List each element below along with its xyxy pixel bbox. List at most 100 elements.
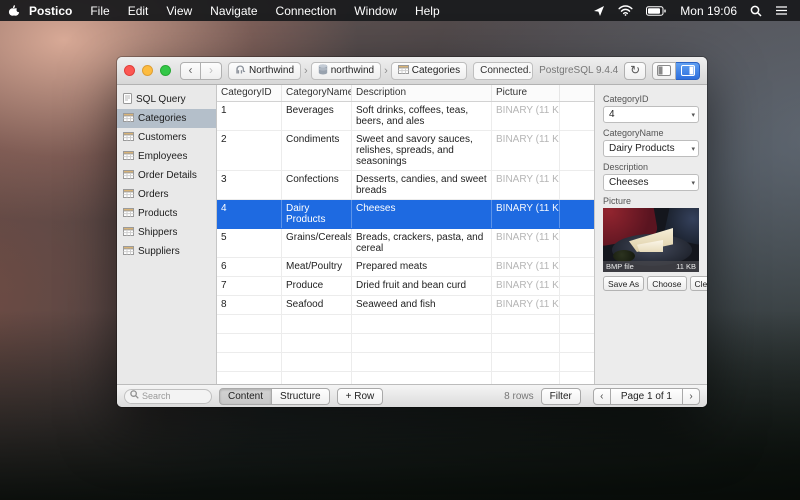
clear-button[interactable]: Clear [690, 276, 708, 291]
notification-center-icon[interactable] [775, 5, 788, 16]
menu-item-edit[interactable]: Edit [119, 4, 158, 18]
menu-item-help[interactable]: Help [406, 4, 449, 18]
row-detail-panel: CategoryID 4 ▾ CategoryName Dairy Produc… [594, 85, 707, 384]
picture-thumbnail[interactable]: BMP file 11 KB [603, 208, 699, 272]
database-icon [318, 64, 328, 78]
previous-page-button[interactable]: ‹ [593, 388, 611, 405]
field-label-description: Description [603, 162, 699, 172]
cell-filler [560, 200, 594, 228]
categoryname-combobox[interactable]: Dairy Products ▾ [603, 140, 699, 157]
cell-categoryid: 1 [217, 102, 282, 130]
field-label-picture: Picture [603, 196, 699, 206]
menu-item-view[interactable]: View [157, 4, 201, 18]
toggle-left-sidebar-button[interactable] [652, 62, 676, 80]
elephant-icon [235, 64, 246, 78]
categoryid-combobox[interactable]: 4 ▾ [603, 106, 699, 123]
spotlight-search-icon[interactable] [750, 5, 762, 17]
zoom-window-button[interactable] [160, 65, 171, 76]
filter-button[interactable]: Filter [541, 388, 581, 405]
breadcrumb-table[interactable]: Categories [391, 62, 467, 80]
sidebar-item-suppliers[interactable]: Suppliers [117, 242, 216, 261]
table-icon [398, 65, 409, 77]
table-row[interactable]: 7 Produce Dried fruit and bean curd BINA… [217, 277, 594, 296]
battery-icon[interactable] [646, 6, 667, 16]
table-icon [123, 246, 134, 258]
sidebar-item-shippers[interactable]: Shippers [117, 223, 216, 242]
cell-picture: BINARY (11 KB) [492, 171, 560, 199]
sidebar-search-field[interactable] [124, 389, 212, 404]
chevron-down-icon: ▾ [691, 179, 695, 187]
column-gridline [281, 315, 282, 384]
sql-query-icon [123, 93, 132, 107]
table-row[interactable]: 2 Condiments Sweet and savory sauces, re… [217, 131, 594, 171]
field-label-categoryid: CategoryID [603, 94, 699, 104]
airdrop-send-icon[interactable] [593, 5, 605, 17]
menu-item-connection[interactable]: Connection [267, 4, 346, 18]
column-header-categoryname[interactable]: CategoryName [282, 85, 352, 101]
save-as-button[interactable]: Save As [603, 276, 644, 291]
content-structure-segmented-control: Content Structure [219, 388, 330, 405]
table-list-sidebar: SQL Query Categories Customers [117, 85, 217, 384]
table-row[interactable]: 6 Meat/Poultry Prepared meats BINARY (11… [217, 258, 594, 277]
menu-item-file[interactable]: File [81, 4, 118, 18]
table-row[interactable]: 3 Confections Desserts, candies, and swe… [217, 171, 594, 200]
table-icon [123, 208, 134, 220]
cell-description: Seaweed and fish [352, 296, 492, 314]
column-header-categoryid[interactable]: CategoryID [217, 85, 282, 101]
table-icon [123, 189, 134, 201]
cell-filler [560, 131, 594, 170]
table-row-selected[interactable]: 4 Dairy Products Cheeses BINARY (11 KB) [217, 200, 594, 229]
table-row[interactable]: 8 Seafood Seaweed and fish BINARY (11 KB… [217, 296, 594, 315]
sidebar-item-employees[interactable]: Employees [117, 147, 216, 166]
back-button[interactable]: ‹ [180, 62, 201, 80]
sidebar-item-products[interactable]: Products [117, 204, 216, 223]
tab-structure[interactable]: Structure [272, 388, 330, 405]
choose-button[interactable]: Choose [647, 276, 686, 291]
close-window-button[interactable] [124, 65, 135, 76]
cell-description: Soft drinks, coffees, teas, beers, and a… [352, 102, 492, 130]
menu-item-window[interactable]: Window [345, 4, 406, 18]
chevron-right-icon [303, 65, 309, 77]
column-header-description[interactable]: Description [352, 85, 492, 101]
sidebar-item-label: Suppliers [138, 246, 180, 257]
menu-app-name[interactable]: Postico [20, 4, 81, 18]
tab-content[interactable]: Content [219, 388, 272, 405]
sidebar-item-orders[interactable]: Orders [117, 185, 216, 204]
wifi-icon[interactable] [618, 5, 633, 16]
chevron-down-icon: ▾ [691, 111, 695, 119]
menu-item-navigate[interactable]: Navigate [201, 4, 266, 18]
column-header-picture[interactable]: Picture [492, 85, 560, 101]
refresh-button[interactable]: ↻ [624, 62, 646, 80]
panel-toggles [652, 62, 700, 80]
table-icon [123, 227, 134, 239]
window-bottom-bar: Content Structure + Row 8 rows Filter ‹ … [117, 384, 707, 407]
sidebar-item-categories[interactable]: Categories [117, 109, 216, 128]
cell-picture: BINARY (11 KB) [492, 296, 560, 314]
breadcrumb-connection-label: Northwind [249, 65, 294, 76]
cell-picture: BINARY (11 KB) [492, 277, 560, 295]
cell-categoryname: Beverages [282, 102, 352, 130]
minimize-window-button[interactable] [142, 65, 153, 76]
cell-description: Cheeses [352, 200, 492, 228]
apple-icon[interactable] [8, 4, 20, 17]
sidebar-item-sql-query[interactable]: SQL Query [117, 90, 216, 109]
table-row[interactable]: 5 Grains/Cereals Breads, crackers, pasta… [217, 229, 594, 258]
forward-button[interactable]: › [201, 62, 222, 80]
breadcrumb-connection[interactable]: Northwind [228, 62, 301, 80]
toggle-right-sidebar-button[interactable] [676, 62, 700, 80]
breadcrumb-table-label: Categories [412, 65, 460, 76]
sidebar-item-label: Order Details [138, 170, 197, 181]
chevron-right-icon [383, 65, 389, 77]
page-indicator: Page 1 of 1 [611, 388, 682, 405]
next-page-button[interactable]: › [682, 388, 700, 405]
description-combobox[interactable]: Cheeses ▾ [603, 174, 699, 191]
breadcrumb-database[interactable]: northwind [311, 62, 381, 80]
chevron-down-icon: ▾ [691, 145, 695, 153]
add-row-button[interactable]: + Row [337, 388, 384, 405]
menu-clock[interactable]: Mon 19:06 [680, 4, 737, 18]
search-input[interactable] [142, 391, 200, 401]
sidebar-item-order-details[interactable]: Order Details [117, 166, 216, 185]
table-row[interactable]: 1 Beverages Soft drinks, coffees, teas, … [217, 102, 594, 131]
menu-bar: Postico File Edit View Navigate Connecti… [0, 0, 800, 21]
sidebar-item-customers[interactable]: Customers [117, 128, 216, 147]
